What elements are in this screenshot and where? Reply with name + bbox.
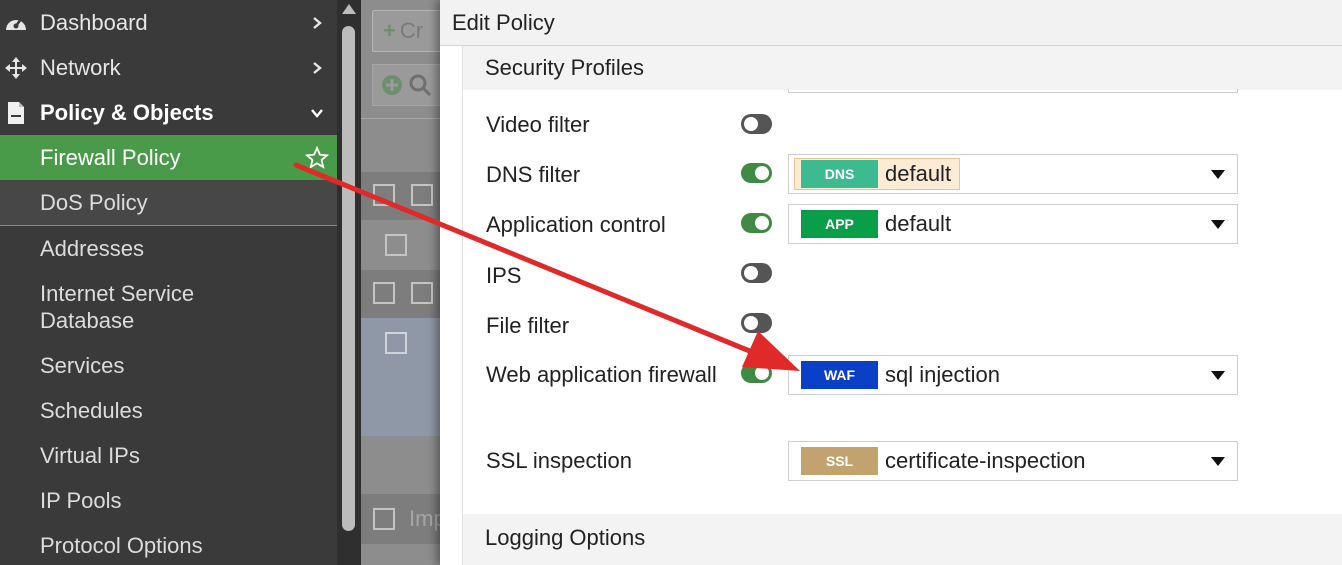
sidebar-item-label: Schedules bbox=[40, 397, 143, 423]
collapse-icon bbox=[373, 282, 395, 304]
caret-down-icon bbox=[1211, 170, 1225, 179]
waf-toggle[interactable] bbox=[741, 363, 772, 383]
scroll-up-arrow-icon[interactable] bbox=[342, 4, 356, 14]
dns-filter-value: default bbox=[885, 161, 952, 186]
sidebar-item-firewall-policy[interactable]: Firewall Policy bbox=[0, 135, 337, 180]
security-profiles-heading: Security Profiles bbox=[463, 46, 1342, 90]
create-new-button: + Cr bbox=[372, 10, 441, 52]
grid-icon bbox=[411, 282, 433, 304]
edit-policy-dialog: Edit Policy Security Profiles Video filt… bbox=[440, 0, 1342, 565]
search-input bbox=[372, 64, 441, 106]
sidebar-item-internet-service-database[interactable]: Internet Service Database bbox=[0, 272, 337, 342]
sidebar-item-label: Internet Service Database bbox=[40, 281, 195, 333]
sidebar-item-label: IP Pools bbox=[40, 487, 122, 513]
waf-label: Web application firewall bbox=[486, 362, 717, 387]
group-header bbox=[361, 270, 441, 318]
sidebar-item-label: Firewall Policy bbox=[40, 144, 181, 170]
chevron-right-icon bbox=[313, 16, 322, 29]
collapse-icon bbox=[373, 184, 395, 206]
ssl-badge: SSL bbox=[801, 447, 878, 475]
ssl-inspection-select[interactable]: SSL certificate-inspection bbox=[788, 441, 1238, 481]
caret-down-icon bbox=[1211, 371, 1225, 380]
application-control-value: default bbox=[885, 211, 952, 236]
logging-options-heading: Logging Options bbox=[463, 514, 1342, 565]
waf-select[interactable]: WAF sql injection bbox=[788, 355, 1238, 395]
gauge-icon bbox=[3, 10, 29, 36]
waf-value: sql injection bbox=[885, 362, 1000, 387]
implicit-group-header: Imp bbox=[361, 494, 441, 544]
sidebar-item-addresses[interactable]: Addresses bbox=[0, 226, 337, 271]
sidebar-item-label: Protocol Options bbox=[40, 532, 203, 558]
sidebar-item-dashboard[interactable]: Dashboard bbox=[0, 0, 337, 45]
sidebar-item-ip-pools[interactable]: IP Pools bbox=[0, 478, 337, 523]
chevron-right-icon bbox=[313, 61, 322, 74]
star-outline-icon[interactable] bbox=[305, 146, 329, 170]
file-filter-label: File filter bbox=[486, 313, 570, 338]
expand-icon bbox=[373, 508, 395, 530]
sidebar-item-network[interactable]: Network bbox=[0, 45, 337, 90]
sidebar-item-label: Policy & Objects bbox=[40, 99, 214, 125]
document-icon bbox=[3, 100, 29, 126]
selected-policy-row bbox=[361, 318, 441, 436]
ips-toggle[interactable] bbox=[741, 263, 772, 283]
sidebar-item-label: Virtual IPs bbox=[40, 442, 140, 468]
sidebar-item-services[interactable]: Services bbox=[0, 343, 337, 388]
ips-label: IPS bbox=[486, 263, 522, 288]
sidebar-item-dos-policy[interactable]: DoS Policy bbox=[0, 180, 337, 226]
sidebar-item-label: Services bbox=[40, 352, 125, 378]
sidebar-item-policy-objects[interactable]: Policy & Objects bbox=[0, 90, 337, 135]
waf-badge: WAF bbox=[801, 361, 878, 389]
sidebar-item-label: DoS Policy bbox=[40, 189, 148, 215]
previous-select-edge bbox=[788, 89, 1238, 93]
move-arrows-icon bbox=[3, 55, 29, 81]
ssl-inspection-value: certificate-inspection bbox=[885, 448, 1086, 473]
group-header bbox=[361, 172, 441, 220]
application-control-toggle[interactable] bbox=[741, 213, 772, 233]
sidebar-item-virtual-ips[interactable]: Virtual IPs bbox=[0, 433, 337, 478]
search-icon bbox=[409, 74, 432, 97]
application-control-select[interactable]: APP default bbox=[788, 204, 1238, 244]
sidebar-scrollbar[interactable] bbox=[337, 0, 361, 565]
video-filter-toggle[interactable] bbox=[741, 114, 772, 134]
background-policy-list: + Cr Imp bbox=[361, 0, 441, 565]
sidebar-item-protocol-options[interactable]: Protocol Options bbox=[0, 523, 337, 565]
sidebar-item-schedules[interactable]: Schedules bbox=[0, 388, 337, 433]
dns-filter-label: DNS filter bbox=[486, 162, 581, 187]
sidebar-item-label: Addresses bbox=[40, 235, 144, 261]
divider bbox=[361, 118, 441, 119]
video-filter-label: Video filter bbox=[486, 112, 590, 137]
sidebar: Dashboard Network Policy & Objects Firew… bbox=[0, 0, 337, 565]
dialog-body: Security Profiles Video filter DNS filte… bbox=[462, 46, 1342, 565]
ssl-inspection-label: SSL inspection bbox=[486, 448, 632, 473]
row-checkbox bbox=[385, 234, 407, 256]
app-badge: APP bbox=[801, 210, 878, 238]
caret-down-icon bbox=[1211, 457, 1225, 466]
dns-badge: DNS bbox=[801, 160, 878, 188]
checked-checkbox bbox=[385, 332, 407, 354]
file-filter-toggle[interactable] bbox=[741, 313, 772, 333]
scrollbar-thumb[interactable] bbox=[342, 26, 355, 531]
plus-icon: + bbox=[383, 18, 396, 43]
dialog-title: Edit Policy bbox=[440, 0, 1342, 46]
dns-filter-toggle[interactable] bbox=[741, 163, 772, 183]
add-circle-icon bbox=[382, 75, 402, 95]
chevron-down-icon bbox=[311, 108, 323, 118]
dns-filter-select[interactable]: DNS default bbox=[788, 154, 1238, 194]
application-control-label: Application control bbox=[486, 212, 666, 237]
sidebar-item-label: Dashboard bbox=[40, 9, 148, 35]
caret-down-icon bbox=[1211, 220, 1225, 229]
grid-icon bbox=[411, 184, 433, 206]
sidebar-item-label: Network bbox=[40, 54, 121, 80]
